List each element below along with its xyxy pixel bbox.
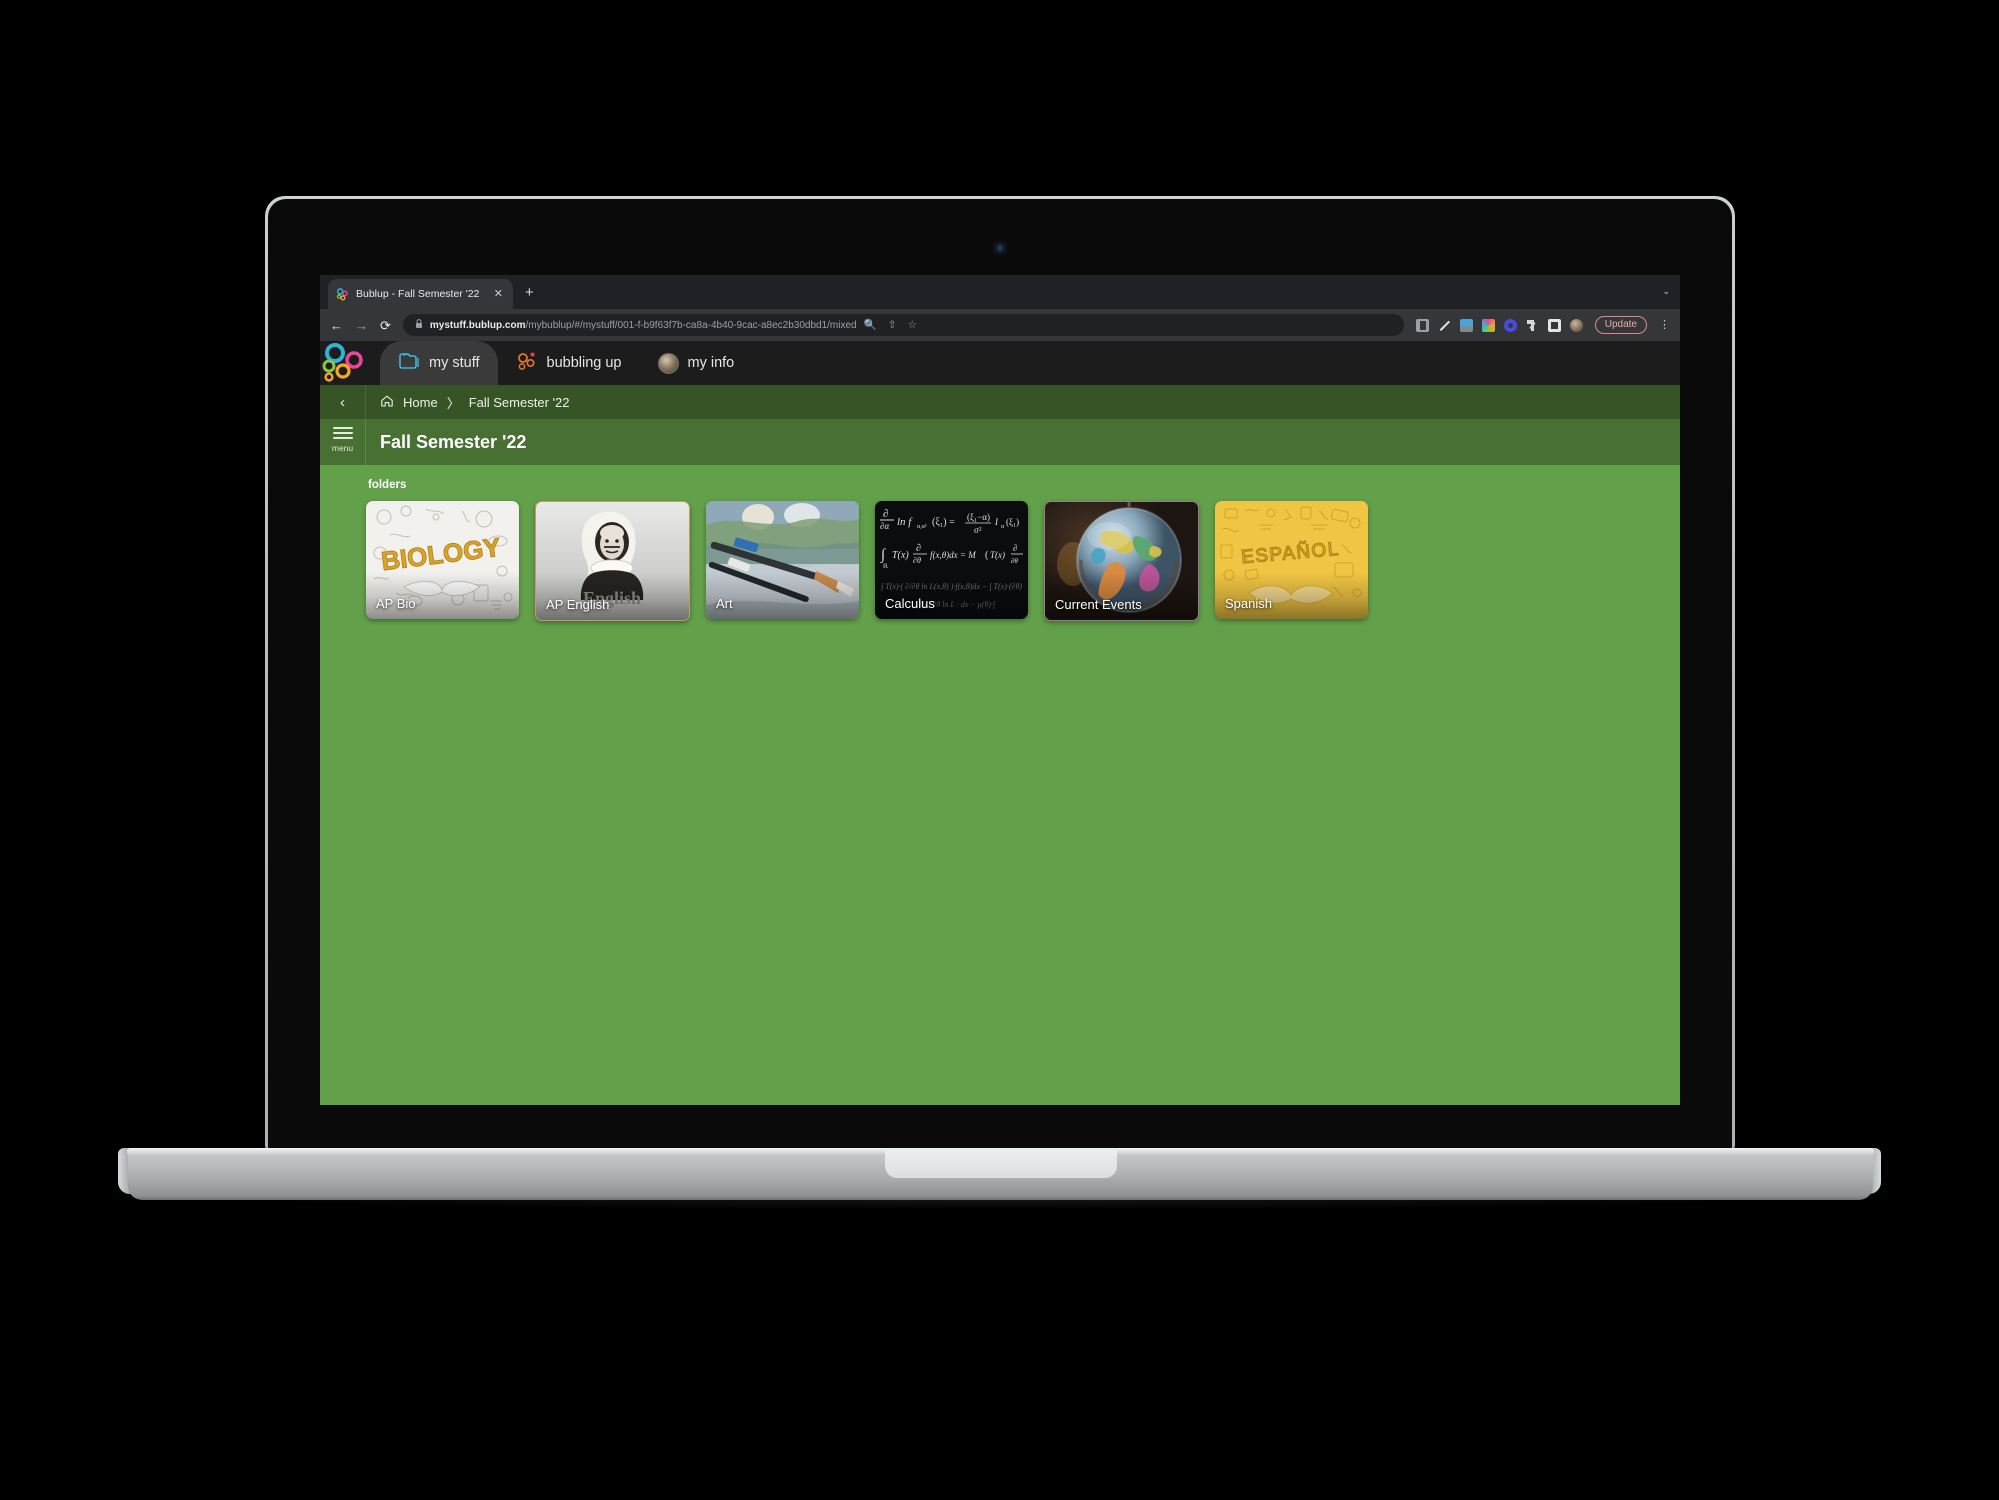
page-title-bar: menu Fall Semester '22: [320, 419, 1680, 465]
nav-tab-label: my info: [687, 355, 735, 371]
browser-tab[interactable]: Bublup - Fall Semester '22 ✕: [328, 279, 513, 309]
breadcrumb: Home 〉 Fall Semester '22: [366, 393, 569, 412]
svg-text:σ²: σ²: [974, 525, 982, 535]
puzzle-icon[interactable]: [1526, 319, 1539, 332]
nav-tab-label: bubbling up: [546, 355, 622, 371]
folder-grid: BIOLOGY AP Bio AP English Art ∂ ∂α ln f …: [366, 501, 1680, 621]
folder-card-spanish[interactable]: ESPAÑOL Spanish: [1215, 501, 1368, 619]
screenshot-icon[interactable]: [1415, 318, 1429, 332]
breadcrumb-current: Fall Semester '22: [468, 394, 570, 410]
url-domain: mystuff.bublup.com: [429, 319, 526, 331]
reload-icon[interactable]: ⟳: [380, 319, 391, 332]
gear-icon[interactable]: [1503, 318, 1517, 332]
lock-icon: [415, 319, 423, 331]
search-icon[interactable]: 🔍: [864, 320, 877, 331]
omnibox-actions: 🔍 ⇧ ☆: [864, 320, 919, 331]
home-icon[interactable]: [380, 394, 394, 411]
svg-text:(ξ₁): (ξ₁): [1006, 517, 1019, 527]
us-flag-icon[interactable]: [1459, 318, 1473, 332]
menu-button[interactable]: menu: [320, 419, 366, 465]
browser-window: Bublup - Fall Semester '22 ✕ + ⌄ ← → ⟳ m…: [320, 275, 1680, 1105]
breadcrumb-separator: 〉: [446, 395, 460, 411]
bublup-logo-icon[interactable]: [320, 341, 380, 385]
back-button[interactable]: ‹: [320, 385, 366, 419]
svg-text:T(x): T(x): [892, 550, 909, 561]
svg-text:∂α: ∂α: [880, 521, 889, 531]
folder-card-label: Spanish: [1215, 572, 1368, 619]
nav-tab-label: my stuff: [429, 355, 480, 371]
folder-content-area: folders BIOLOGY AP Bio AP English Art ∂ …: [320, 465, 1680, 1105]
folder-card-label: Art: [706, 572, 859, 619]
close-icon[interactable]: ✕: [492, 287, 505, 302]
window-icon[interactable]: [1547, 318, 1561, 332]
svg-text:(ξ₁) =: (ξ₁) =: [932, 517, 955, 528]
back-icon[interactable]: ←: [330, 319, 343, 332]
breadcrumb-bar: ‹ Home 〉 Fall Semester '22: [320, 385, 1680, 419]
profile-avatar-icon[interactable]: [1569, 318, 1583, 332]
address-bar[interactable]: mystuff.bublup.com/mybublup/#/mystuff/00…: [402, 314, 1404, 336]
hamburger-icon: [332, 431, 353, 434]
browser-toolbar: ← → ⟳ mystuff.bublup.com/mybublup/#/myst…: [320, 309, 1680, 341]
bublup-logo-icon: [336, 287, 349, 301]
forward-icon[interactable]: →: [355, 319, 368, 332]
section-label-folders: folders: [368, 479, 407, 491]
folder-card-art[interactable]: Art: [706, 501, 859, 619]
app-navigation-bar: my stuff bubbling up my info: [320, 341, 1680, 385]
svg-text:f(x,θ)dx = M: f(x,θ)dx = M: [930, 550, 976, 560]
new-tab-button[interactable]: +: [525, 285, 534, 300]
folder-card-ap-english[interactable]: English AP English: [535, 501, 690, 621]
nav-tab-my-info[interactable]: my info: [640, 341, 753, 385]
browser-tab-strip: Bublup - Fall Semester '22 ✕ + ⌄: [320, 275, 1680, 309]
url-text: mystuff.bublup.com/mybublup/#/mystuff/00…: [430, 320, 857, 331]
photos-icon[interactable]: [1481, 318, 1495, 332]
user-avatar-icon: [657, 352, 679, 374]
bubbles-icon: [516, 352, 538, 375]
svg-text:∂: ∂: [1013, 543, 1017, 553]
folder-card-label: Current Events: [1045, 573, 1198, 620]
browser-tab-title: Bublup - Fall Semester '22: [356, 288, 480, 300]
svg-text:T(x): T(x): [990, 550, 1005, 560]
menu-button-label: menu: [331, 442, 354, 453]
pen-icon[interactable]: [1435, 316, 1453, 334]
nav-tab-my-stuff[interactable]: my stuff: [380, 341, 498, 385]
svg-text:∂: ∂: [916, 543, 921, 554]
nav-tab-bubbling-up[interactable]: bubbling up: [498, 341, 640, 385]
laptop-mockup: Bublup - Fall Semester '22 ✕ + ⌄ ← → ⟳ m…: [0, 0, 1999, 1500]
laptop-notch: [884, 1148, 1117, 1178]
folder-card-label: AP English: [536, 573, 689, 620]
folder-card-label: AP Bio: [366, 572, 519, 619]
folder-card-label: Calculus: [875, 572, 1028, 619]
folder-card-ap-bio[interactable]: BIOLOGY AP Bio: [366, 501, 519, 619]
svg-text:ℝ: ℝ: [883, 563, 888, 570]
svg-text:(ξ₁−α): (ξ₁−α): [967, 512, 990, 522]
bookmark-star-icon[interactable]: ☆: [908, 320, 917, 331]
share-icon[interactable]: ⇧: [888, 320, 897, 331]
svg-text:∂θ: ∂θ: [913, 556, 921, 565]
svg-text:ln f: ln f: [897, 516, 913, 528]
extension-icons: [1415, 316, 1583, 334]
folder-card-current-events[interactable]: Current Events: [1044, 501, 1199, 621]
url-path: /mybublup/#/mystuff/001-f-b9f63f7b-ca8a-…: [525, 319, 857, 331]
svg-text:α,α²: α,α²: [917, 524, 927, 530]
update-button[interactable]: Update: [1594, 316, 1647, 334]
folders-icon: [398, 352, 420, 375]
svg-text:∂θ: ∂θ: [1011, 557, 1018, 565]
folder-card-calculus[interactable]: ∂ ∂α ln f α,α² (ξ₁) = (ξ₁−α) σ² I α (ξ₁)…: [875, 501, 1028, 619]
webcam-icon: [995, 243, 1005, 253]
chevron-down-icon[interactable]: ⌄: [1662, 287, 1670, 296]
svg-text:∂: ∂: [883, 508, 888, 520]
page-title: Fall Semester '22: [380, 431, 527, 452]
laptop-base: [127, 1148, 1874, 1200]
browser-menu-button[interactable]: ⋮: [1659, 319, 1670, 331]
breadcrumb-home[interactable]: Home: [403, 395, 438, 410]
